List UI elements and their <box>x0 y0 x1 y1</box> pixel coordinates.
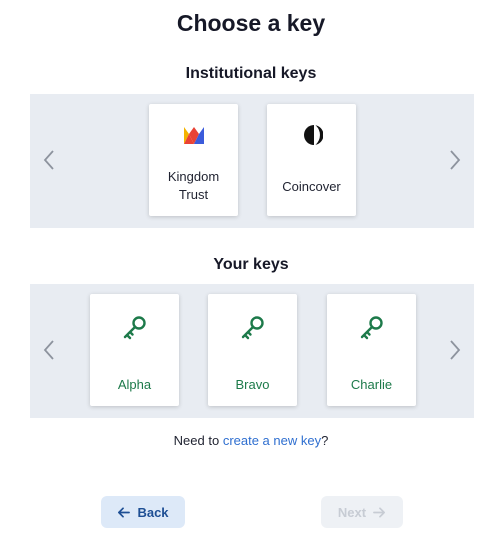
kingdom-trust-card[interactable]: Kingdom Trust <box>149 104 238 216</box>
kingdom-trust-label: Kingdom Trust <box>167 169 220 202</box>
your-keys-next-arrow-icon[interactable] <box>443 335 467 365</box>
key-label-bravo: Bravo <box>235 377 270 392</box>
institutional-keys-heading: Institutional keys <box>185 65 317 82</box>
coincover-logo-icon <box>267 124 356 146</box>
create-key-prompt-prefix: Need to <box>173 433 223 448</box>
page-title: Choose a key <box>176 10 326 36</box>
create-key-prompt-suffix: ? <box>321 433 329 448</box>
arrow-right-icon <box>373 506 386 518</box>
institutional-prev-arrow-icon[interactable] <box>37 145 61 175</box>
institutional-next-arrow-icon[interactable] <box>443 145 467 175</box>
kingdom-trust-logo-icon <box>149 124 238 146</box>
key-card-alpha[interactable]: Alpha <box>90 294 179 406</box>
key-card-bravo[interactable]: Bravo <box>208 294 297 406</box>
coincover-card[interactable]: Coincover <box>267 104 356 216</box>
back-button-label: Back <box>137 504 169 520</box>
coincover-label: Coincover <box>282 179 341 194</box>
arrow-left-icon <box>118 506 131 518</box>
your-keys-prev-arrow-icon[interactable] <box>37 335 61 365</box>
create-new-key-link[interactable]: create a new key <box>223 433 321 448</box>
key-icon <box>327 315 416 341</box>
next-button[interactable]: Next <box>321 496 403 528</box>
key-icon <box>90 315 179 341</box>
your-keys-carousel: Alpha Bravo Charlie <box>30 284 474 418</box>
next-button-label: Next <box>337 504 367 520</box>
your-keys-heading: Your keys <box>213 256 289 273</box>
key-label-alpha: Alpha <box>117 377 152 392</box>
key-label-charlie: Charlie <box>350 377 393 392</box>
create-key-prompt: Need to create a new key? <box>0 433 502 448</box>
key-icon <box>208 315 297 341</box>
back-button[interactable]: Back <box>101 496 185 528</box>
key-card-charlie[interactable]: Charlie <box>327 294 416 406</box>
institutional-keys-carousel: Kingdom Trust Coincover <box>30 94 474 228</box>
